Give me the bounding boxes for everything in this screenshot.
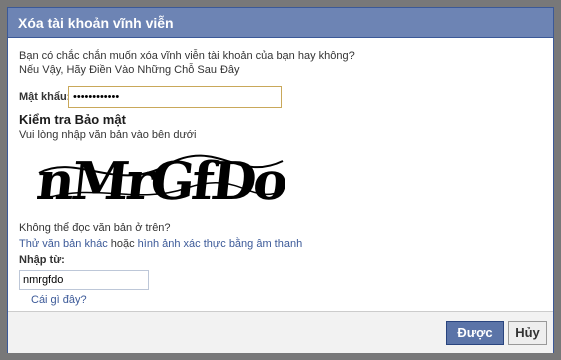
prompt-line-1: Bạn có chắc chắn muốn xóa vĩnh viễn tài … (19, 50, 355, 62)
password-label: Mật khẩu: (19, 91, 71, 103)
captcha-text: nMrGfDo (37, 151, 285, 211)
security-check-title: Kiểm tra Bảo mật (19, 112, 126, 127)
prompt-line-2: Nếu Vậy, Hãy Điền Vào Những Chỗ Sau Đây (19, 64, 240, 76)
password-row: Mật khẩu: •••••••••••• (19, 86, 319, 110)
delete-account-dialog: Xóa tài khoản vĩnh viễn Bạn có chắc chắn… (7, 7, 554, 353)
ok-button[interactable]: Được (446, 321, 504, 345)
whats-this-link[interactable]: Cái gì đây? (31, 294, 87, 306)
try-another-text-link[interactable]: Thử văn bản khác (19, 238, 108, 250)
cant-read-text: Không thể đọc văn bản ở trên? (19, 222, 171, 234)
dialog-footer: Được Hủy (8, 311, 553, 353)
captcha-image: nMrGfDo (37, 151, 285, 211)
dialog-content: Bạn có chắc chắn muốn xóa vĩnh viễn tài … (19, 49, 543, 306)
security-check-instruction: Vui lòng nhập văn bản vào bên dưới (19, 129, 197, 141)
enter-words-label: Nhập từ: (19, 254, 65, 266)
captcha-input[interactable]: nmrgfdo (19, 270, 149, 290)
dialog-title: Xóa tài khoản vĩnh viễn (8, 8, 553, 38)
or-text: hoặc (107, 238, 138, 250)
audio-captcha-link[interactable]: hình ảnh xác thực bằng âm thanh (138, 238, 303, 250)
password-field[interactable]: •••••••••••• (68, 86, 282, 108)
alternative-options: Thử văn bản khác hoặc hình ảnh xác thực … (19, 238, 302, 250)
cancel-button[interactable]: Hủy (508, 321, 547, 345)
